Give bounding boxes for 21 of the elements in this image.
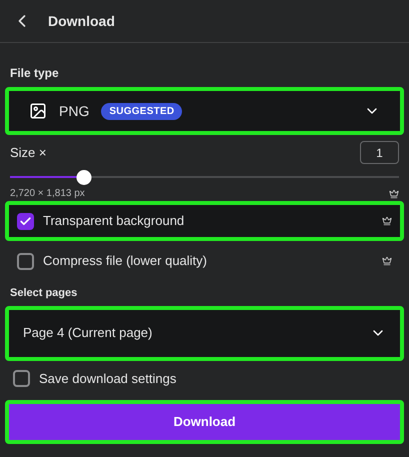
size-slider[interactable] [10,169,399,185]
option-row[interactable]: Transparent background [5,201,404,241]
image-icon [29,102,47,120]
pages-dropdown[interactable]: Page 4 (Current page) [5,306,404,360]
file-type-dropdown[interactable]: PNG SUGGESTED [5,87,404,135]
size-label: Size × [10,144,46,162]
checkbox[interactable] [17,212,34,230]
save-settings-label: Save download settings [39,370,176,388]
download-button[interactable]: Download [5,400,404,444]
panel-title: Download [48,12,115,30]
checkbox[interactable] [17,252,34,270]
section-label: Select pages [10,286,78,301]
option-row[interactable]: Compress file (lower quality) [5,241,404,281]
check-icon [19,214,32,228]
section-label: File type [10,65,60,82]
size-input[interactable]: 1 [360,141,399,164]
dimensions-text: 2,720 × 1,813 px [10,187,85,201]
slider-thumb[interactable] [76,170,92,184]
crown-icon [389,188,399,198]
checkbox[interactable] [13,370,30,387]
suggested-badge: SUGGESTED [101,102,182,120]
